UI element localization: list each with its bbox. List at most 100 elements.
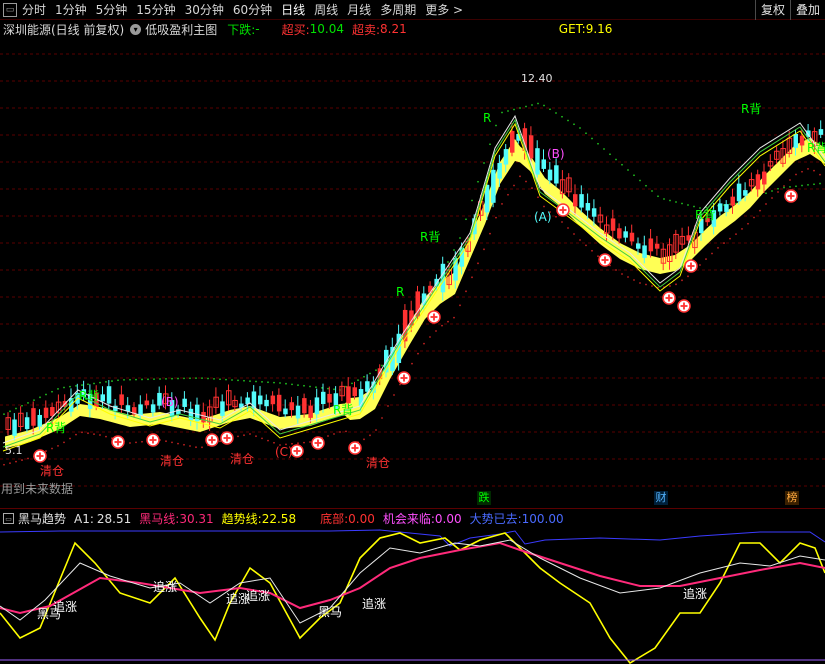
calendar-tag-drop[interactable]: 跌 — [477, 491, 491, 505]
resistance-dot — [117, 379, 119, 382]
support-dot — [411, 362, 413, 365]
indicator-name[interactable]: 黑马趋势 — [18, 510, 66, 527]
resistance-dot — [453, 249, 455, 251]
stock-title[interactable]: 深圳能源(日线 前复权) — [3, 21, 124, 38]
resistance-dot — [579, 127, 581, 129]
support-dot — [441, 324, 443, 327]
candle-body-down — [547, 169, 553, 181]
candle-body-up — [629, 232, 635, 242]
period-tab-1min[interactable]: 1分钟 — [55, 1, 87, 18]
support-dot — [21, 459, 23, 461]
support-dot — [669, 285, 671, 287]
period-tab-intraday[interactable]: 分时 — [22, 1, 46, 18]
formula-name[interactable]: 低吸盈利主图 — [145, 21, 217, 38]
resistance-dot — [243, 379, 245, 382]
resistance-dot — [603, 148, 605, 150]
indicator-menu-icon[interactable]: ▭ — [3, 513, 14, 524]
signal-label: R背 — [695, 208, 715, 222]
heima-line — [0, 541, 825, 615]
period-tab-daily[interactable]: 日线 — [281, 1, 305, 18]
green-ma-line — [2, 118, 825, 448]
resistance-dot — [459, 237, 461, 239]
signal-label: 清仓 — [40, 464, 64, 478]
a1-label: A1: — [74, 511, 94, 526]
period-tab-multi[interactable]: 多周期 — [380, 1, 416, 18]
support-dot — [507, 193, 509, 196]
resistance-dot — [795, 185, 797, 188]
resistance-dot — [351, 382, 353, 385]
bottom-value: 0.00 — [348, 511, 375, 526]
candle-body-down — [264, 399, 269, 407]
candle-body-up — [528, 135, 534, 159]
calendar-tag-list[interactable]: 榜 — [785, 491, 799, 505]
period-tab-monthly[interactable]: 月线 — [347, 1, 371, 18]
candle-body-down — [150, 404, 156, 413]
restore-rights-button[interactable]: 复权 — [754, 0, 790, 20]
period-tab-weekly[interactable]: 周线 — [314, 1, 338, 18]
oversold-value: 8.21 — [380, 22, 407, 36]
candle-body-up — [617, 228, 622, 239]
resistance-dot — [285, 382, 287, 385]
resistance-dot — [81, 384, 83, 386]
signal-label: R — [483, 111, 491, 125]
resistance-dot — [51, 390, 53, 393]
candlestick-chart[interactable]: R背R背R背R背R背R背R背RR(B)(B)(A)(C)清仓清仓 清仓 清仓 12.… — [0, 38, 825, 508]
support-dot — [591, 249, 593, 252]
window-menu-icon[interactable]: ▭ — [3, 2, 17, 17]
support-dot — [399, 383, 401, 386]
resistance-dot — [87, 383, 89, 386]
chevron-down-icon[interactable]: ▾ — [130, 23, 142, 35]
resistance-dot — [777, 187, 779, 190]
support-dot — [75, 433, 77, 436]
support-dot — [453, 316, 455, 319]
resistance-dot — [177, 377, 179, 380]
resistance-dot — [567, 119, 569, 122]
support-dot — [519, 175, 521, 178]
signal-label: R背 — [741, 102, 761, 116]
more-periods-button[interactable]: 更多 > — [425, 1, 463, 18]
resistance-dot — [663, 198, 665, 200]
support-dot — [255, 435, 257, 438]
resistance-dot — [99, 381, 101, 384]
support-dot — [801, 170, 803, 173]
candle-body-up — [50, 407, 55, 416]
heima-label: 黑马线: — [139, 512, 180, 526]
support-dot — [45, 450, 47, 452]
candle-body-down — [743, 190, 748, 196]
resistance-dot — [819, 182, 821, 185]
resistance-dot — [525, 105, 527, 108]
calendar-tag-finance[interactable]: 财 — [654, 491, 668, 505]
support-dot — [333, 433, 335, 435]
period-tab-30min[interactable]: 30分钟 — [185, 1, 224, 18]
chance-value: 0.00 — [434, 511, 462, 526]
resistance-dot — [69, 385, 71, 388]
support-dot — [597, 255, 599, 258]
candle-body-up — [799, 135, 805, 146]
yellow-ma-line — [2, 122, 825, 452]
resistance-dot — [357, 379, 359, 381]
support-dot — [309, 441, 311, 443]
support-dot — [249, 433, 251, 435]
period-tab-15min[interactable]: 15分钟 — [136, 1, 175, 18]
support-dot — [189, 445, 191, 447]
overlay-button[interactable]: 叠加 — [789, 0, 825, 20]
candle-body-up — [346, 386, 351, 404]
support-dot — [3, 463, 5, 466]
candle-body-down — [24, 417, 30, 430]
candle-body-down — [636, 243, 641, 249]
candle-body-down — [497, 163, 502, 179]
period-tab-5min[interactable]: 5分钟 — [96, 1, 128, 18]
resistance-dot — [477, 180, 479, 183]
support-dot — [201, 446, 203, 449]
heima-trend-chart[interactable]: 黑马追涨追涨追涨追涨黑马追涨追涨 — [0, 528, 825, 664]
support-dot — [195, 446, 197, 449]
resistance-dot — [297, 384, 299, 386]
support-dot — [543, 205, 545, 208]
support-dot — [69, 437, 71, 440]
resistance-dot — [135, 378, 137, 381]
period-tab-60min[interactable]: 60分钟 — [233, 1, 272, 18]
candle-body-up — [510, 130, 515, 153]
signal-label: R背 — [79, 389, 99, 403]
support-dot — [489, 232, 491, 235]
resistance-dot — [471, 199, 473, 202]
